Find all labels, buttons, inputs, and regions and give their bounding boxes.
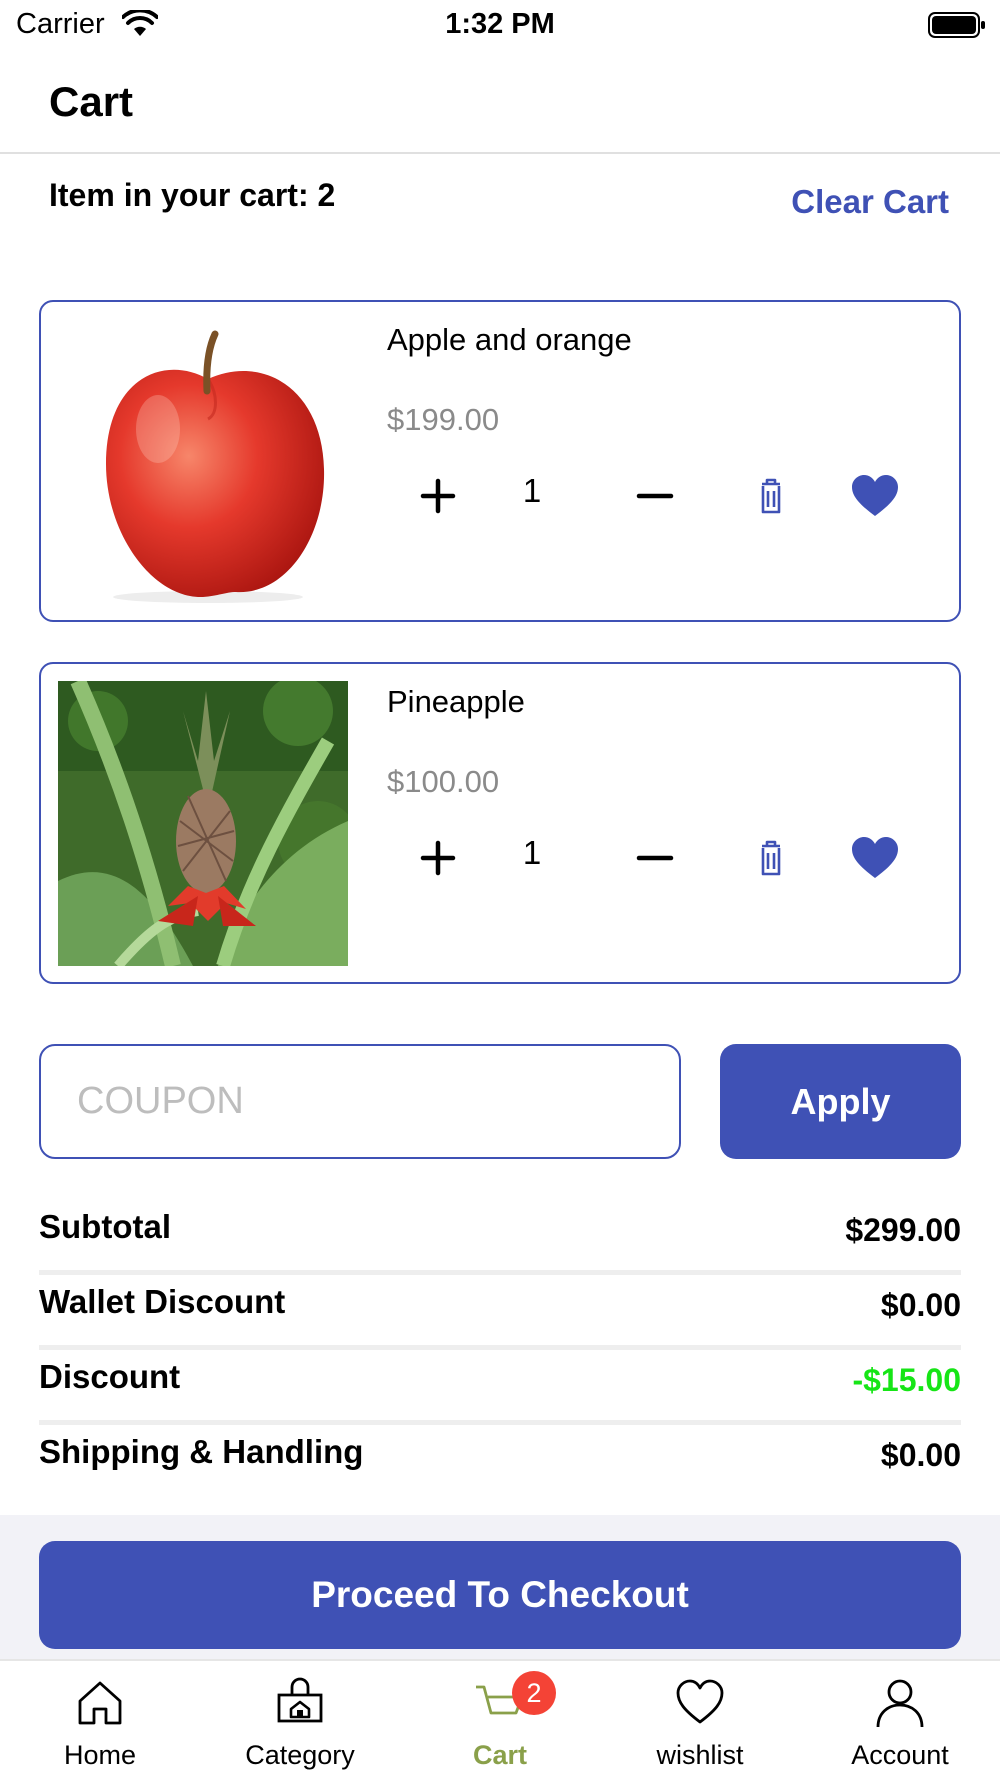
item-name: Pineapple (387, 684, 525, 719)
summary-value: $299.00 (845, 1212, 961, 1248)
summary-label: Shipping & Handling (39, 1433, 364, 1470)
order-summary: Subtotal $299.00 Wallet Discount $0.00 D… (39, 1200, 961, 1476)
discount-value: -$15.00 (852, 1362, 961, 1398)
tab-wishlist[interactable]: wishlist (600, 1661, 800, 1778)
increase-quantity-button[interactable] (416, 836, 460, 880)
summary-label: Discount (39, 1358, 181, 1395)
tab-label: Category (245, 1740, 355, 1770)
delete-item-button[interactable] (749, 476, 793, 516)
status-time: 1:32 PM (445, 8, 555, 40)
quantity-value: 1 (522, 472, 542, 509)
checkout-area: Proceed To Checkout (0, 1515, 1000, 1659)
wishlist-heart-button[interactable] (849, 472, 901, 520)
cart-item-count: Item in your cart: 2 (49, 177, 336, 213)
pineapple-image (58, 681, 348, 966)
tab-cart[interactable]: 2 Cart (400, 1661, 600, 1778)
heart-icon (676, 1679, 724, 1724)
tab-label: Home (63, 1740, 137, 1770)
user-icon (876, 1679, 924, 1728)
tab-bar: Home Category 2 Cart wishlist Account (0, 1659, 1000, 1778)
item-price: $100.00 (387, 764, 500, 799)
page-header: Cart (0, 52, 1000, 154)
battery-icon (928, 12, 985, 38)
tab-label: Cart (472, 1740, 527, 1770)
page-title: Cart (49, 78, 134, 125)
summary-label: Subtotal (39, 1208, 171, 1245)
quantity-value: 1 (522, 834, 542, 871)
wallet-discount-row: Wallet Discount $0.00 (39, 1275, 961, 1350)
clear-cart-button[interactable]: Clear Cart (791, 183, 949, 221)
tab-category[interactable]: Category (200, 1661, 400, 1778)
decrease-quantity-button[interactable] (633, 836, 677, 880)
increase-quantity-button[interactable] (416, 474, 460, 518)
summary-value: $0.00 (880, 1287, 961, 1323)
coupon-input[interactable] (39, 1044, 681, 1159)
shipping-row: Shipping & Handling $0.00 (39, 1425, 961, 1476)
apple-image (58, 319, 348, 604)
discount-row: Discount -$15.00 (39, 1350, 961, 1425)
cart-item: Pineapple $100.00 1 (39, 662, 961, 984)
status-bar: Carrier 1:32 PM (0, 0, 1000, 52)
item-price: $199.00 (387, 402, 500, 437)
tab-label: wishlist (656, 1740, 744, 1770)
home-icon (78, 1681, 122, 1725)
apply-coupon-button[interactable]: Apply (720, 1044, 961, 1159)
subtotal-row: Subtotal $299.00 (39, 1200, 961, 1275)
summary-label: Wallet Discount (39, 1283, 286, 1320)
tab-home[interactable]: Home (0, 1661, 200, 1778)
category-icon (277, 1677, 323, 1723)
delete-item-button[interactable] (749, 838, 793, 878)
summary-value: $0.00 (880, 1437, 961, 1473)
cart-count-row: Item in your cart: 2 Clear Cart (0, 175, 1000, 235)
tab-label: Account (851, 1740, 949, 1770)
item-name: Apple and orange (387, 322, 632, 357)
tab-account[interactable]: Account (800, 1661, 1000, 1778)
wishlist-heart-button[interactable] (849, 834, 901, 882)
proceed-to-checkout-button[interactable]: Proceed To Checkout (39, 1541, 961, 1649)
cart-badge: 2 (512, 1671, 556, 1715)
cart-item: Apple and orange $199.00 1 (39, 300, 961, 622)
decrease-quantity-button[interactable] (633, 474, 677, 518)
